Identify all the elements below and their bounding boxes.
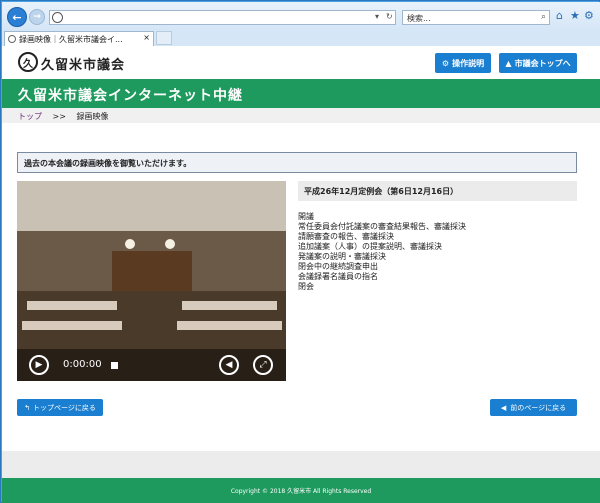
address-bar[interactable]: ▾ ↻ xyxy=(49,10,396,25)
agenda-item[interactable]: 請願審査の報告、審議採決 xyxy=(298,232,577,242)
previous-page-label: 前のページに戻る xyxy=(510,403,567,412)
settings-gear-icon[interactable]: ⚙ xyxy=(584,9,594,22)
breadcrumb: トップ >> 録画映像 xyxy=(2,108,600,123)
return-arrow-icon: ↰ xyxy=(24,403,30,412)
back-arrow-icon[interactable]: ← xyxy=(7,7,27,27)
back-to-top-label: トップページに戻る xyxy=(33,403,96,412)
volume-icon[interactable]: ◀ xyxy=(219,355,239,375)
desk-row xyxy=(27,301,117,310)
playback-time: 0:00:00 xyxy=(63,359,102,370)
video-control-bar: ▶ 0:00:00 ◀ ⤢ xyxy=(17,349,286,381)
forward-arrow-icon[interactable]: → xyxy=(29,9,45,25)
site-header: 久 久留米市議会 ⚙ 操作説明 ▲ 市議会トップへ xyxy=(2,46,600,79)
council-top-button[interactable]: ▲ 市議会トップへ xyxy=(499,53,577,73)
desk-row xyxy=(22,321,122,330)
back-to-top-button[interactable]: ↰ トップページに戻る xyxy=(17,399,103,416)
agenda-item[interactable]: 閉会 xyxy=(298,282,577,292)
help-button-label: 操作説明 xyxy=(452,58,485,68)
agenda-item[interactable]: 追加議案（人事）の提案説明、審議採決 xyxy=(298,242,577,252)
video-player[interactable]: ▶ 0:00:00 ◀ ⤢ xyxy=(17,181,286,381)
breadcrumb-separator: >> xyxy=(52,112,66,121)
tab-bar: 録画映像｜久留米市議会イ... × xyxy=(2,30,600,46)
site-name[interactable]: 久留米市議会 xyxy=(41,54,125,73)
agenda-item[interactable]: 閉会中の継続調査申出 xyxy=(298,262,577,272)
browser-window: ← → ▾ ↻ 検索... ⌕ ⌂ ★ ⚙ 録画映像｜久留米市議会イ... × … xyxy=(0,0,600,503)
page-title: 久留米市議会インターネット中継 xyxy=(2,79,600,108)
play-icon[interactable]: ▶ xyxy=(29,355,49,375)
browser-search-input[interactable]: 検索... ⌕ xyxy=(402,10,550,25)
video-frame-dais xyxy=(112,251,192,291)
browser-toolbar: ← → ▾ ↻ 検索... ⌕ ⌂ ★ ⚙ xyxy=(2,2,600,30)
building-icon: ▲ xyxy=(505,58,512,68)
page-viewport: 久 久留米市議会 ⚙ 操作説明 ▲ 市議会トップへ 久留米市議会インターネット中… xyxy=(2,46,600,503)
agenda-item[interactable]: 会議録署名議員の指名 xyxy=(298,272,577,282)
refresh-icon[interactable]: ↻ xyxy=(386,12,393,21)
breadcrumb-current: 録画映像 xyxy=(76,112,109,121)
council-top-button-label: 市議会トップへ xyxy=(514,58,571,68)
video-frame-ceiling xyxy=(17,181,286,231)
agenda-item[interactable]: 開議 xyxy=(298,212,577,222)
stop-icon[interactable] xyxy=(111,362,118,369)
city-logo-icon[interactable]: 久 xyxy=(18,52,38,72)
new-tab-button[interactable] xyxy=(156,31,172,45)
session-title: 平成26年12月定例会（第6日12月16日） xyxy=(298,181,577,201)
notice-box: 過去の本会議の録画映像を御覧いただけます。 xyxy=(17,152,577,173)
agenda-item[interactable]: 発議案の説明・審議採決 xyxy=(298,252,577,262)
globe-icon xyxy=(52,12,63,23)
flag-emblem-right xyxy=(165,239,175,249)
breadcrumb-home-link[interactable]: トップ xyxy=(18,112,42,121)
favicon-icon xyxy=(8,35,16,43)
tab-title: 録画映像｜久留米市議会イ... xyxy=(19,35,123,44)
previous-page-button[interactable]: ◀ 前のページに戻る xyxy=(490,399,577,416)
agenda-list: 開議 常任委員会付託議案の審査結果報告、審議採決 請願審査の報告、審議採決 追加… xyxy=(298,212,577,292)
favorites-star-icon[interactable]: ★ xyxy=(570,9,580,22)
gear-icon: ⚙ xyxy=(441,58,450,68)
help-button[interactable]: ⚙ 操作説明 xyxy=(435,53,491,73)
fullscreen-icon[interactable]: ⤢ xyxy=(253,355,273,375)
left-triangle-icon: ◀ xyxy=(500,403,507,412)
desk-row xyxy=(182,301,277,310)
search-icon[interactable]: ⌕ xyxy=(541,12,546,22)
home-icon[interactable]: ⌂ xyxy=(556,9,563,22)
footer-spacer xyxy=(2,451,600,478)
desk-row xyxy=(177,321,282,330)
agenda-item[interactable]: 常任委員会付託議案の審査結果報告、審議採決 xyxy=(298,222,577,232)
search-placeholder: 検索... xyxy=(407,14,431,23)
dropdown-icon[interactable]: ▾ xyxy=(375,12,379,21)
flag-emblem-left xyxy=(125,239,135,249)
copyright-footer: Copyright © 2018 久留米市 All Rights Reserve… xyxy=(2,478,600,503)
tab-active[interactable]: 録画映像｜久留米市議会イ... × xyxy=(4,31,154,46)
close-tab-icon[interactable]: × xyxy=(143,33,150,42)
